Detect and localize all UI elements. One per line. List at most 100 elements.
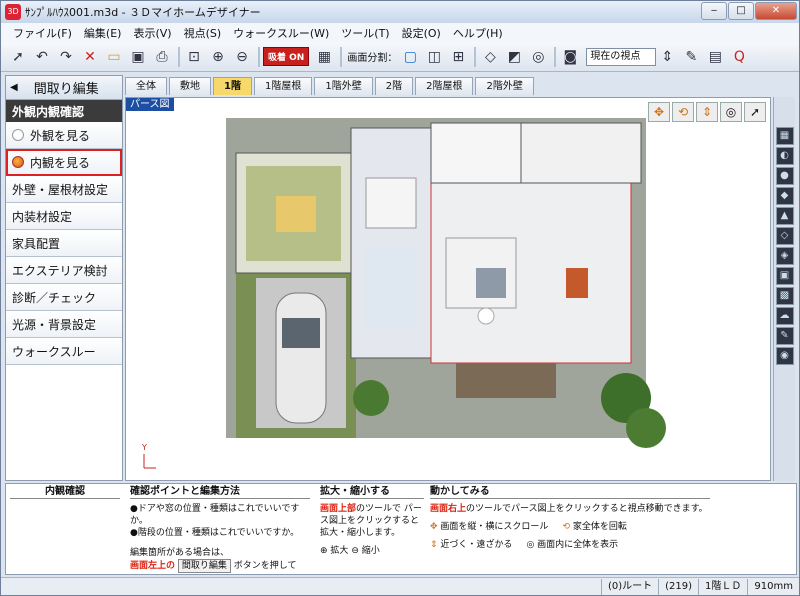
split-four-icon[interactable]: ⊞ (447, 46, 469, 68)
menu-view[interactable]: 表示(V) (127, 25, 177, 41)
maximize-button[interactable]: □ (728, 2, 754, 20)
help-col-check: 確認ポイントと編集方法 ●ドアや窓の位置・種類はこれでいいですか。 ●階段の位置… (130, 486, 310, 573)
floorplan-edit-button[interactable]: ◀ 間取り編集 (6, 76, 122, 100)
view-tools: ✥ ⟲ ⇕ ◎ ➚ (648, 102, 766, 122)
sidebar-item-diagnosis[interactable]: 診断／チェック (6, 284, 122, 311)
menu-bar: ファイル(F) 編集(E) 表示(V) 視点(S) ウォークスルー(W) ツール… (1, 23, 799, 42)
image-export-icon[interactable]: ◩ (503, 46, 525, 68)
pan-icon: ✥ (430, 522, 438, 532)
toolbar-separator (340, 46, 343, 67)
split-two-icon[interactable]: ◫ (423, 46, 445, 68)
camera-icon[interactable]: ◙ (559, 46, 581, 68)
zoom-fit-icon[interactable]: ⊡ (183, 46, 205, 68)
tab-2f-roof[interactable]: 2階屋根 (415, 77, 474, 95)
help-text: のツールでパース図上をクリックすると視点移動できます。 (466, 504, 708, 514)
zoom-legend: ⊕ 拡大 ⊖ 縮小 (320, 545, 424, 557)
tool-icon[interactable]: ▦ (775, 127, 794, 145)
sidebar-item-interior-material[interactable]: 内装材設定 (6, 203, 122, 230)
toolbar-separator (258, 46, 260, 67)
fit-all-icon[interactable]: ◎ (720, 102, 742, 122)
tool-icon[interactable]: ◐ (775, 147, 794, 165)
target-icon[interactable]: ◎ (527, 46, 549, 68)
qa-icon[interactable]: Q (728, 46, 750, 68)
sidebar-item-interior-view[interactable]: 内観を見る (6, 149, 122, 176)
help-line: 編集箇所がある場合は、 (130, 548, 230, 558)
undo-icon[interactable]: ↶ (31, 46, 53, 68)
radio-selected-icon (12, 156, 24, 168)
split-single-icon[interactable]: ▢ (399, 46, 421, 68)
tool-icon[interactable]: ▩ (775, 287, 794, 305)
help-text: ボタンを押して (233, 561, 297, 571)
tab-site[interactable]: 敷地 (169, 77, 211, 95)
tool-icon[interactable]: ◆ (775, 187, 794, 205)
print-icon[interactable]: ⎙ (151, 46, 173, 68)
tab-1f-wall[interactable]: 1階外壁 (314, 77, 373, 95)
rotate-icon[interactable]: ⟲ (672, 102, 694, 122)
redo-icon[interactable]: ↷ (55, 46, 77, 68)
viewpoint-select[interactable]: 現在の視点 (586, 47, 657, 66)
pan-icon[interactable]: ✥ (648, 102, 670, 122)
tool-icon[interactable]: ◈ (775, 247, 794, 265)
pointer-icon[interactable]: ➚ (744, 102, 766, 122)
close-button[interactable]: ✕ (755, 2, 797, 20)
tab-1f-roof[interactable]: 1階屋根 (253, 77, 313, 95)
tool-icon[interactable]: ◉ (775, 347, 794, 365)
tool-icon[interactable]: ▣ (775, 267, 794, 285)
menu-settings[interactable]: 設定(O) (396, 25, 447, 41)
floorplan-edit-label: 間取り編集 (33, 82, 99, 97)
tool-icon[interactable]: ● (775, 167, 794, 185)
tool-icon[interactable]: ✎ (775, 327, 794, 345)
catalog-icon[interactable]: ▤ (704, 46, 726, 68)
open-folder-icon[interactable]: ▭ (103, 46, 125, 68)
tab-1f[interactable]: 1階 (213, 77, 252, 95)
help-line: 画面左上の 間取り編集 ボタンを押して (130, 559, 310, 573)
sidebar-item-label: 家具配置 (12, 236, 61, 251)
sidebar-item-exterior-material[interactable]: 外壁・屋根材設定 (6, 176, 122, 203)
perspective-view[interactable]: パース図 Y ✥ ⟲ ⇕ ◎ ➚ (125, 97, 771, 481)
measure-icon[interactable]: ✎ (680, 46, 702, 68)
menu-viewpoint[interactable]: 視点(S) (178, 25, 228, 41)
help-title-interior: 内観確認 (10, 486, 120, 499)
help-title-move: 動かしてみる (430, 486, 710, 499)
menu-help[interactable]: ヘルプ(H) (447, 25, 509, 41)
snap-toggle-button[interactable]: 吸着 ON (263, 47, 310, 66)
rotate-label: 家全体を回転 (572, 522, 627, 532)
sidebar: ◀ 間取り編集 外観内観確認 外観を見る 内観を見る 外壁・屋根材設定 内装材設… (5, 75, 123, 481)
menu-walkthrough[interactable]: ウォークスルー(W) (227, 25, 335, 41)
sidebar-item-label: 光源・背景設定 (12, 317, 97, 332)
toolbar-separator (178, 46, 180, 67)
zoom-out-icon[interactable]: ⊖ (231, 46, 253, 68)
zoom-in-icon[interactable]: ⊕ (207, 46, 229, 68)
select-arrow-icon[interactable]: ➚ (7, 46, 29, 68)
tool-icon[interactable]: ◇ (775, 227, 794, 245)
dolly-icon[interactable]: ⇕ (696, 102, 718, 122)
save-icon[interactable]: ▣ (127, 46, 149, 68)
sidebar-item-label: ウォークスルー (12, 344, 96, 359)
tool-icon[interactable]: ☁ (775, 307, 794, 325)
eraser-icon[interactable]: ◇ (479, 46, 501, 68)
sidebar-item-exterior-plan[interactable]: エクステリア検討 (6, 257, 122, 284)
help-line: ●ドアや窓の位置・種類はこれでいいですか。 (130, 504, 300, 526)
split-view-label: 画面分割： (347, 53, 398, 64)
toolbar: ➚ ↶ ↷ ✕ ▭ ▣ ⎙ ⊡ ⊕ ⊖ 吸着 ON ▦ 画面分割： ▢ ◫ ⊞ … (1, 42, 799, 72)
minimize-button[interactable]: ‒ (701, 2, 727, 20)
fit-all-icon: ◎ (526, 540, 535, 550)
menu-edit[interactable]: 編集(E) (78, 25, 128, 41)
help-panel: 内観確認 確認ポイントと編集方法 ●ドアや窓の位置・種類はこれでいいですか。 ●… (5, 483, 797, 575)
pan-legend: ✥ 画面を縦・横にスクロール (430, 521, 548, 533)
viewpoint-spinner-icon[interactable]: ⇕ (656, 46, 678, 68)
delete-icon[interactable]: ✕ (79, 46, 101, 68)
tab-all[interactable]: 全体 (125, 77, 167, 95)
tool-icon[interactable]: ▲ (775, 207, 794, 225)
sidebar-item-lighting[interactable]: 光源・背景設定 (6, 311, 122, 338)
menu-file[interactable]: ファイル(F) (7, 25, 78, 41)
grid-icon[interactable]: ▦ (313, 46, 335, 68)
tab-2f[interactable]: 2階 (374, 77, 414, 95)
sidebar-item-furniture[interactable]: 家具配置 (6, 230, 122, 257)
floorplan-edit-key: 間取り編集 (177, 559, 231, 573)
sidebar-item-exterior-view[interactable]: 外観を見る (6, 122, 122, 149)
sidebar-item-walkthrough[interactable]: ウォークスルー (6, 338, 122, 365)
help-title-check: 確認ポイントと編集方法 (130, 486, 310, 499)
tab-2f-wall[interactable]: 2階外壁 (475, 77, 534, 95)
menu-tools[interactable]: ツール(T) (335, 25, 395, 41)
